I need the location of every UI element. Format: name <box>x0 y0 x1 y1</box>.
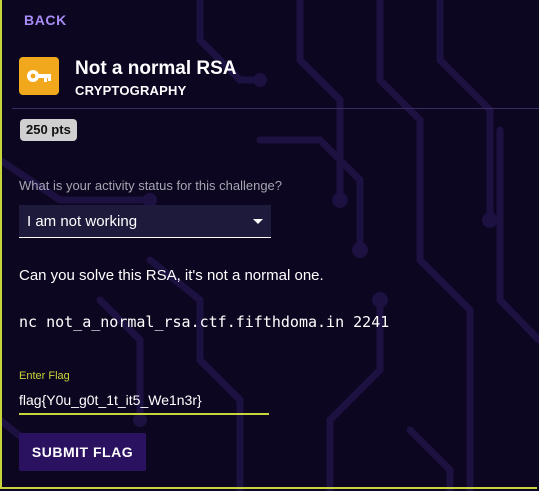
chevron-down-icon <box>253 219 263 224</box>
challenge-title: Not a normal RSA <box>75 58 237 79</box>
flag-input[interactable] <box>19 389 267 411</box>
challenge-panel: BACK Not a normal RSA CRYPTOGRAPHY 250 p… <box>0 0 539 489</box>
divider <box>12 108 539 109</box>
flag-label: Enter Flag <box>19 370 70 382</box>
flag-field <box>19 387 269 415</box>
status-selected-value: I am not working <box>27 213 138 230</box>
status-question: What is your activity status for this ch… <box>19 178 283 193</box>
submit-flag-button[interactable]: SUBMIT FLAG <box>19 433 146 471</box>
back-link[interactable]: BACK <box>24 12 67 28</box>
challenge-category: CRYPTOGRAPHY <box>75 83 187 98</box>
key-icon <box>19 57 59 95</box>
challenge-description: Can you solve this RSA, it's not a norma… <box>19 267 324 284</box>
connection-command: nc not_a_normal_rsa.ctf.fifthdoma.in 224… <box>19 313 390 331</box>
status-select[interactable]: I am not working <box>19 205 271 238</box>
points-badge: 250 pts <box>20 119 77 141</box>
